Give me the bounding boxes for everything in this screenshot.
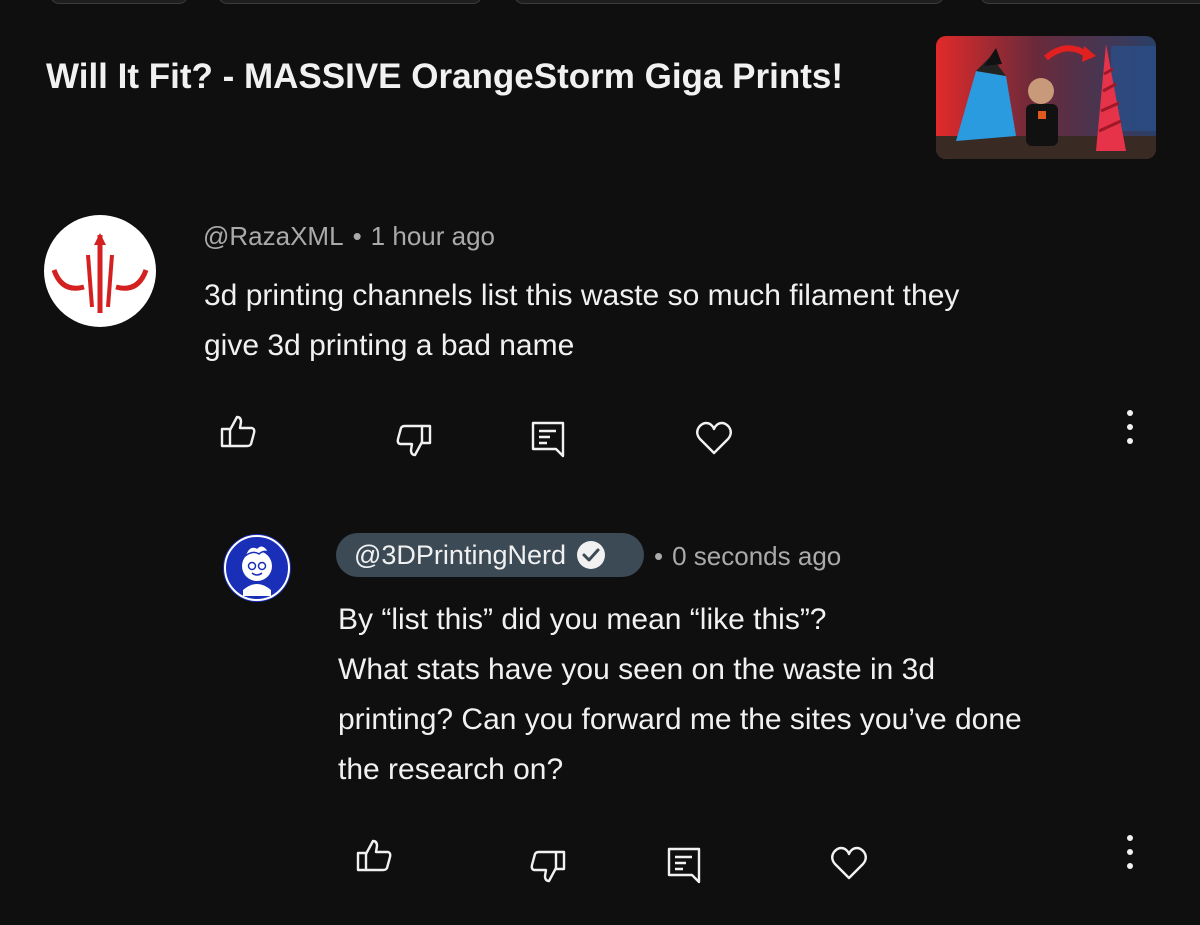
reply-text: By “list this” did you mean “like this”?… (338, 595, 1178, 795)
reply-text-line: What stats have you seen on the waste in… (338, 653, 936, 686)
comment-text-line: give 3d printing a bad name (204, 329, 575, 362)
reply-text-line: By “list this” did you mean “like this”? (338, 603, 827, 636)
heart-icon[interactable] (694, 418, 734, 458)
reply-text-line: the research on? (338, 753, 564, 786)
video-thumbnail[interactable] (936, 36, 1156, 159)
more-vertical-icon[interactable] (1124, 407, 1136, 447)
reply-meta: • 0 seconds ago (654, 541, 841, 572)
thumbs-down-icon[interactable] (394, 420, 434, 460)
thumbs-up-icon[interactable] (354, 836, 394, 876)
filter-chip[interactable] (218, 0, 482, 4)
video-title[interactable]: Will It Fit? - MASSIVE OrangeStorm Giga … (46, 52, 866, 102)
comment-time: 1 hour ago (370, 221, 495, 251)
reply-icon[interactable] (664, 844, 704, 884)
avatar[interactable] (44, 215, 156, 327)
reply-handle: @3DPrintingNerd (354, 539, 566, 570)
thumbs-down-icon[interactable] (528, 846, 568, 886)
avatar[interactable] (223, 534, 291, 602)
reply-text-line: printing? Can you forward me the sites y… (338, 703, 1022, 736)
verified-check-icon (577, 541, 605, 569)
comment-handle[interactable]: @RazaXML (203, 221, 344, 251)
thumbnail-image (936, 36, 1156, 159)
heart-icon[interactable] (829, 843, 869, 883)
filter-chips (0, 0, 1200, 4)
filter-chip[interactable] (50, 0, 188, 4)
more-vertical-icon[interactable] (1124, 832, 1136, 872)
filter-chip[interactable] (980, 0, 1200, 4)
quake-logo-icon (51, 233, 149, 313)
filter-chip[interactable] (514, 0, 944, 4)
comment-meta: @RazaXML • 1 hour ago (203, 221, 495, 252)
reply-time: 0 seconds ago (672, 541, 842, 571)
separator-dot: • (654, 541, 664, 571)
comment-text-line: 3d printing channels list this waste so … (204, 279, 960, 312)
comment-text: 3d printing channels list this waste so … (204, 271, 1164, 371)
reply-handle-chip[interactable]: @3DPrintingNerd (336, 533, 644, 577)
reply-icon[interactable] (528, 418, 568, 458)
separator-dot: • (352, 221, 362, 251)
thumbs-up-icon[interactable] (218, 412, 258, 452)
cartoon-avatar-icon (224, 535, 290, 601)
